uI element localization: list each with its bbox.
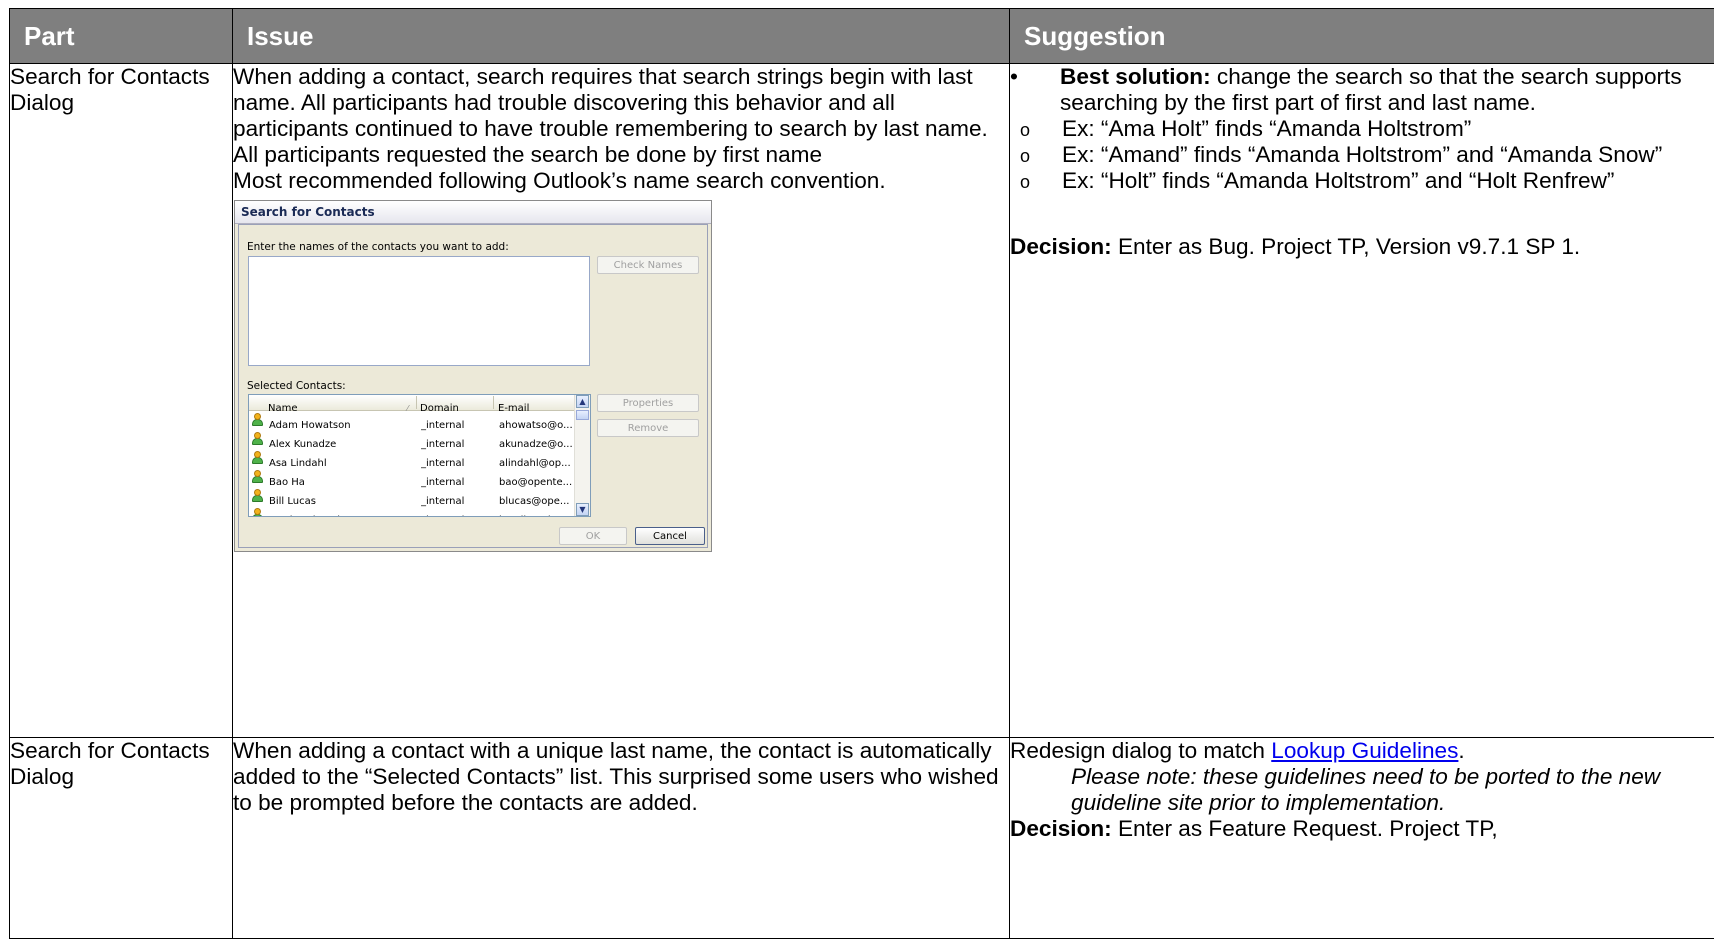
bullet-icon: • [1010, 64, 1018, 90]
names-input[interactable] [248, 256, 590, 366]
contact-icon [252, 432, 262, 445]
decision-label: Decision: [1010, 234, 1112, 259]
scroll-thumb[interactable] [576, 410, 589, 420]
list-item[interactable]: Brad McIlmoyl _internal bmcilmoyl@... [249, 505, 575, 517]
issue-text: All participants requested the search be… [233, 142, 1009, 168]
lookup-guidelines-link[interactable]: Lookup Guidelines [1271, 738, 1458, 763]
suggestion-cell: • Best solution: change the search so th… [1010, 64, 1714, 738]
suggestion-cell: Redesign dialog to match Lookup Guidelin… [1010, 738, 1714, 939]
sub-bullet-icon: o [1020, 143, 1030, 169]
scroll-down-icon[interactable]: ▼ [576, 503, 589, 516]
list-item[interactable]: Adam Howatson _internal ahowatso@o... [249, 410, 575, 429]
dialog-body: Enter the names of the contacts you want… [238, 224, 708, 548]
contact-icon [252, 470, 262, 483]
usability-findings-table: Part Issue Suggestion Search for Contact… [9, 8, 1714, 939]
sub-bullet-icon: o [1020, 169, 1030, 195]
dialog-title: Search for Contacts [235, 201, 711, 224]
issue-text: When adding a contact with a unique last… [233, 738, 1009, 816]
table-row: Search for Contacts Dialog When adding a… [10, 64, 1714, 738]
contact-icon [252, 451, 262, 464]
contact-icon [252, 508, 262, 517]
issue-cell: When adding a contact with a unique last… [233, 738, 1010, 939]
header-suggestion: Suggestion [1010, 9, 1714, 64]
list-item: • Best solution: change the search so th… [1010, 64, 1714, 194]
decision-text: Decision: Enter as Bug. Project TP, Vers… [1010, 234, 1714, 260]
list-item: oEx: “Holt” finds “Amanda Holtstrom” and… [1010, 168, 1714, 194]
contact-icon [252, 489, 262, 502]
scroll-up-icon[interactable]: ▲ [576, 395, 589, 408]
part-cell: Search for Contacts Dialog [10, 64, 233, 738]
header-part: Part [10, 9, 233, 64]
header-issue: Issue [233, 9, 1010, 64]
contact-icon [252, 413, 262, 426]
issue-text: Most recommended following Outlook’s nam… [233, 168, 1009, 194]
list-item[interactable]: Bill Lucas _internal blucas@ope... [249, 486, 575, 505]
list-item[interactable]: Asa Lindahl _internal alindahl@op... [249, 448, 575, 467]
list-item[interactable]: Alex Kunadze _internal akunadze@o... [249, 429, 575, 448]
decision-text: Decision: Enter as Feature Request. Proj… [1010, 816, 1714, 842]
remove-button[interactable]: Remove [597, 419, 699, 437]
list-scrollbar[interactable]: ▲ ▼ [574, 395, 590, 516]
list-item: oEx: “Ama Holt” finds “Amanda Holtstrom” [1010, 116, 1714, 142]
list-item: oEx: “Amand” finds “Amanda Holtstrom” an… [1010, 142, 1714, 168]
suggestion-list: • Best solution: change the search so th… [1010, 64, 1714, 194]
best-solution-label: Best solution: [1060, 64, 1211, 89]
selected-contacts-list[interactable]: Name ⁄ Domain E-mail Adam Howatson _int [248, 394, 591, 517]
redesign-text: Redesign dialog to match Lookup Guidelin… [1010, 738, 1714, 764]
ok-button[interactable]: OK [559, 527, 627, 545]
list-item[interactable]: Bao Ha _internal bao@opente... [249, 467, 575, 486]
issue-cell: When adding a contact, search requires t… [233, 64, 1010, 738]
decision-label: Decision: [1010, 816, 1112, 841]
table-row: Search for Contacts Dialog When adding a… [10, 738, 1714, 939]
list-header: Name ⁄ Domain E-mail [249, 395, 575, 411]
check-names-button[interactable]: Check Names [597, 256, 699, 274]
sub-bullet-icon: o [1020, 117, 1030, 143]
part-cell: Search for Contacts Dialog [10, 738, 233, 939]
example-list: oEx: “Ama Holt” finds “Amanda Holtstrom”… [1060, 116, 1714, 194]
header-row: Part Issue Suggestion [10, 9, 1714, 64]
cancel-button[interactable]: Cancel [635, 527, 705, 545]
properties-button[interactable]: Properties [597, 394, 699, 412]
search-contacts-dialog-screenshot: Search for Contacts Enter the names of t… [234, 200, 712, 552]
issue-text: When adding a contact, search requires t… [233, 64, 1009, 142]
guideline-note: Please note: these guidelines need to be… [1010, 764, 1714, 816]
